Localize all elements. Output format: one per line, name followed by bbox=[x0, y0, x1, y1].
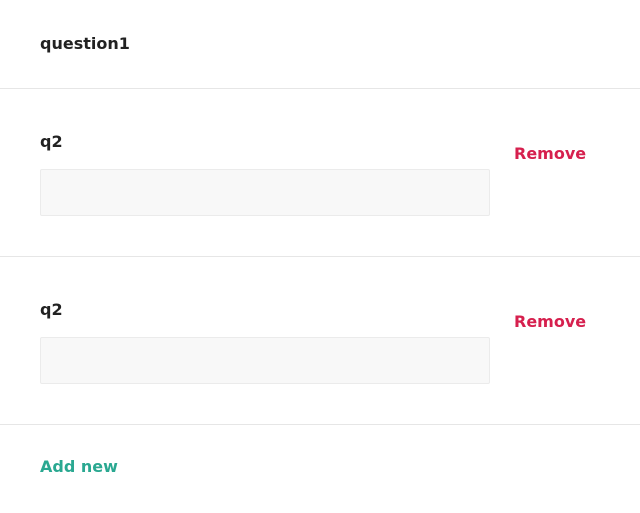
add-new-button[interactable]: Add new bbox=[40, 456, 118, 478]
panel-item: q2 Remove bbox=[0, 89, 640, 257]
dynamic-panel-page: question1 q2 Remove q2 Remove Add new bbox=[0, 0, 640, 513]
panel-item-input[interactable] bbox=[40, 337, 490, 384]
panel-item-label: q2 bbox=[40, 300, 63, 319]
panel-item-label: q2 bbox=[40, 132, 63, 151]
question-header: question1 bbox=[0, 0, 640, 89]
remove-panel-button[interactable]: Remove bbox=[514, 311, 586, 333]
question-title: question1 bbox=[40, 34, 130, 53]
panel-footer: Add new bbox=[0, 425, 640, 511]
remove-panel-button[interactable]: Remove bbox=[514, 143, 586, 165]
panel-item-input[interactable] bbox=[40, 169, 490, 216]
panel-item: q2 Remove bbox=[0, 257, 640, 425]
